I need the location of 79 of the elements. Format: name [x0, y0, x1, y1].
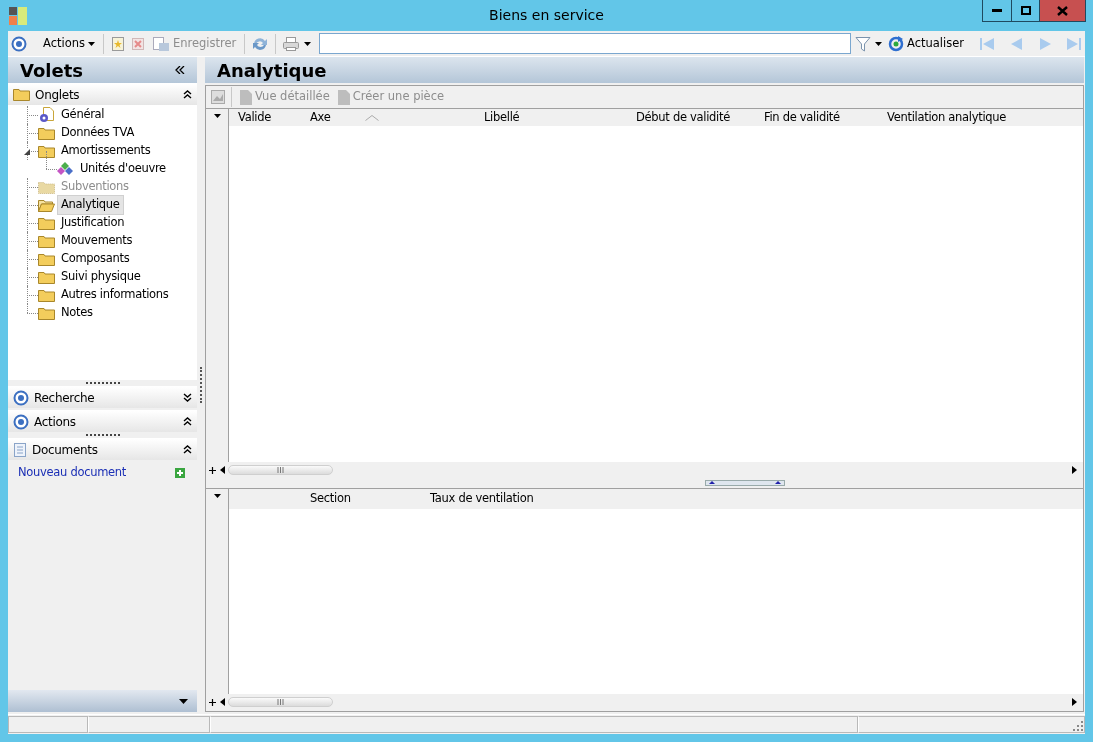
- expanded-arrow-icon[interactable]: [24, 149, 30, 155]
- collapse-icon[interactable]: [183, 445, 192, 454]
- app-icon: [9, 6, 27, 25]
- scroll-thumb[interactable]: [228, 465, 333, 475]
- tree-item[interactable]: Mouvements: [57, 231, 137, 251]
- close-button[interactable]: [1039, 0, 1085, 21]
- scroll-right-icon[interactable]: [1072, 698, 1077, 706]
- folder-icon: [13, 88, 30, 101]
- tree-item[interactable]: Suivi physique: [57, 267, 145, 287]
- panel-title: Volets: [20, 58, 83, 83]
- up-arrow-icon: [774, 481, 781, 484]
- target-icon[interactable]: [11, 35, 27, 52]
- folder-icon: [38, 306, 55, 320]
- add-row-icon[interactable]: [208, 697, 217, 707]
- collapse-icon[interactable]: [183, 417, 192, 426]
- save-icon: [151, 35, 170, 52]
- sync-icon[interactable]: [251, 35, 270, 52]
- collapse-icon[interactable]: [183, 90, 192, 99]
- expand-icon[interactable]: [183, 393, 192, 402]
- refresh-icon: [888, 35, 904, 52]
- caret-icon: [88, 41, 95, 46]
- tree-item[interactable]: Données TVA: [57, 123, 138, 143]
- add-row-icon[interactable]: [208, 465, 217, 475]
- column-chooser-icon[interactable]: [213, 494, 221, 498]
- grip-icon: [277, 467, 284, 473]
- tree-item[interactable]: Composants: [57, 249, 134, 269]
- search-field[interactable]: [319, 33, 851, 54]
- page-icon: [337, 89, 350, 105]
- actions-menu[interactable]: Actions: [41, 32, 97, 55]
- minimize-icon: [992, 8, 1002, 13]
- tree-item[interactable]: Amortissements: [57, 141, 155, 161]
- column-header[interactable]: Ventilation analytique: [878, 109, 1083, 126]
- close-icon: [1057, 5, 1068, 16]
- refresh-button[interactable]: Actualiser: [886, 32, 966, 55]
- tree-item[interactable]: Général: [57, 105, 109, 125]
- caret-icon[interactable]: [179, 698, 188, 704]
- document-icon: [13, 441, 27, 458]
- target-icon[interactable]: [13, 389, 29, 406]
- up-arrow-icon: [708, 481, 715, 484]
- resize-grip-icon[interactable]: [1073, 721, 1084, 732]
- column-header[interactable]: Libellé: [475, 109, 627, 126]
- diamonds-icon: [57, 162, 74, 176]
- window-title: Biens en service: [488, 6, 605, 25]
- column-header[interactable]: Taux de ventilation: [421, 490, 1083, 508]
- column-header[interactable]: Axe: [301, 109, 356, 126]
- tree-item[interactable]: Analytique: [57, 195, 124, 215]
- column-header[interactable]: Début de validité: [627, 109, 755, 126]
- folder-icon: [38, 270, 55, 284]
- tree-item[interactable]: Autres informations: [57, 285, 173, 305]
- caret-icon[interactable]: [304, 41, 312, 46]
- scroll-right-icon[interactable]: [1072, 466, 1077, 474]
- folder-icon: [38, 288, 55, 302]
- column-header[interactable]: Fin de validité: [755, 109, 878, 126]
- folder-icon: [38, 180, 55, 194]
- scroll-thumb[interactable]: [228, 697, 333, 707]
- collapse-icon[interactable]: [175, 66, 185, 74]
- folder-icon: [38, 144, 55, 158]
- splitter-handle[interactable]: [704, 480, 785, 486]
- column-chooser-icon[interactable]: [213, 114, 221, 118]
- column-header[interactable]: Valide: [229, 109, 301, 126]
- folder-icon: [38, 216, 55, 230]
- panel-title: Analytique: [205, 57, 1084, 83]
- page-icon: [240, 89, 252, 105]
- column-header[interactable]: Section: [301, 490, 421, 508]
- folder-icon: [38, 234, 55, 248]
- add-icon[interactable]: [175, 467, 185, 478]
- grip-icon: [277, 699, 284, 705]
- target-icon[interactable]: [13, 413, 29, 430]
- scroll-left-icon[interactable]: [220, 466, 225, 474]
- maximize-icon: [1020, 6, 1031, 15]
- new-document-link[interactable]: Nouveau document: [18, 464, 127, 482]
- tree-item[interactable]: Justification: [57, 213, 129, 233]
- caret-icon[interactable]: [875, 41, 882, 46]
- open-folder-icon: [38, 198, 55, 212]
- tree-item[interactable]: Notes: [57, 303, 97, 323]
- tree-item[interactable]: Unités d'oeuvre: [76, 159, 170, 179]
- folder-icon: [38, 126, 55, 140]
- scroll-left-icon[interactable]: [220, 698, 225, 706]
- folder-icon: [38, 252, 55, 266]
